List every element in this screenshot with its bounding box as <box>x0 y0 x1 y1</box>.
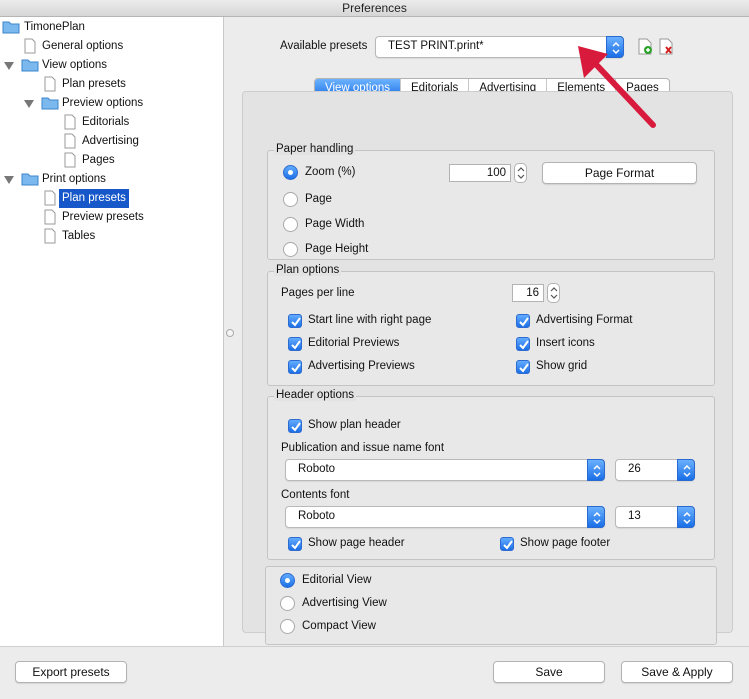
pub-font-value: Roboto <box>298 463 336 475</box>
window-title: Preferences <box>0 0 749 17</box>
folder-icon <box>2 19 20 41</box>
folder-icon <box>21 57 39 79</box>
tree-item-label: Preview presets <box>62 211 144 223</box>
folder-icon <box>21 171 39 193</box>
contents-font-label: Contents font <box>281 489 350 501</box>
view-options-panel: Paper handling Zoom (%) 100 Page Format … <box>242 91 733 645</box>
settings-pane: Available presets TEST PRINT.print* View… <box>228 17 749 646</box>
folder-icon <box>41 95 59 117</box>
view-mode-group: Editorial View Advertising View Compact … <box>265 566 717 645</box>
presets-value: TEST PRINT.print* <box>388 40 484 52</box>
contents-font-value: Roboto <box>298 510 336 522</box>
tree-item-label: Editorials <box>82 116 130 128</box>
tree-item-label: TimonePlan <box>24 21 85 33</box>
zoom-label: Zoom (%) <box>305 166 356 178</box>
page-width-label: Page Width <box>305 218 365 230</box>
tree-item-label: Pages <box>82 154 115 166</box>
editorial-previews-checkbox[interactable] <box>288 337 302 351</box>
advertising-previews-checkbox[interactable] <box>288 360 302 374</box>
plan-options-group: Plan options Pages per line 16 Start lin… <box>267 264 715 386</box>
contents-size-value: 13 <box>628 510 641 522</box>
paper-handling-group: Paper handling Zoom (%) 100 Page Format … <box>267 143 715 260</box>
tree-item-label: General options <box>42 40 124 52</box>
dropdown-arrows-icon <box>587 459 605 481</box>
show-grid-label: Show grid <box>536 360 588 372</box>
tree-item-label: Preview options <box>62 97 144 109</box>
insert-icons-checkbox[interactable] <box>516 337 530 351</box>
show-page-header-checkbox[interactable] <box>288 537 302 551</box>
pub-size-value: 26 <box>628 463 641 475</box>
save-button[interactable]: Save <box>493 661 605 683</box>
show-grid-checkbox[interactable] <box>516 360 530 374</box>
compact-view-label: Compact View <box>302 620 376 632</box>
page-width-radio[interactable] <box>283 217 298 232</box>
tree-item-label: Plan presets <box>62 78 126 90</box>
editorial-previews-label: Editorial Previews <box>308 337 400 349</box>
advertising-view-label: Advertising View <box>302 597 387 609</box>
save-apply-button[interactable]: Save & Apply <box>621 661 733 683</box>
show-page-header-label: Show page header <box>308 537 405 549</box>
presets-label: Available presets <box>280 40 368 52</box>
zoom-input[interactable]: 100 <box>449 164 511 182</box>
advertising-format-label: Advertising Format <box>536 314 633 326</box>
tree-item-label: Print options <box>42 173 106 185</box>
delete-preset-icon[interactable] <box>659 38 673 58</box>
pages-per-line-label: Pages per line <box>281 287 355 299</box>
pages-per-line-input[interactable]: 16 <box>512 284 544 302</box>
page-height-label: Page Height <box>305 243 369 255</box>
dropdown-arrows-icon <box>677 459 695 481</box>
page-radio[interactable] <box>283 192 298 207</box>
pub-size-dropdown[interactable]: 26 <box>615 459 695 481</box>
disclosure-triangle-icon[interactable] <box>24 100 34 108</box>
advertising-view-radio[interactable] <box>280 596 295 611</box>
header-options-group: Header options Show plan header Publicat… <box>267 389 715 560</box>
tree-item-label: View options <box>42 59 107 71</box>
start-line-checkbox[interactable] <box>288 314 302 328</box>
group-title: Paper handling <box>274 143 356 155</box>
bottom-bar: Export presets Save Save & Apply <box>0 646 749 699</box>
page-format-button[interactable]: Page Format <box>542 162 697 184</box>
export-presets-button[interactable]: Export presets <box>15 661 127 683</box>
tree-item-label: Plan presets <box>59 189 129 208</box>
group-title: Header options <box>274 389 356 401</box>
page-label: Page <box>305 193 332 205</box>
group-title: Plan options <box>274 264 342 276</box>
show-plan-header-checkbox[interactable] <box>288 419 302 433</box>
advertising-format-checkbox[interactable] <box>516 314 530 328</box>
disclosure-triangle-icon[interactable] <box>4 176 14 184</box>
show-page-footer-checkbox[interactable] <box>500 537 514 551</box>
pub-font-dropdown[interactable]: Roboto <box>285 459 605 481</box>
document-icon <box>44 228 56 251</box>
compact-view-radio[interactable] <box>280 619 295 634</box>
dropdown-arrows-icon <box>677 506 695 528</box>
contents-font-dropdown[interactable]: Roboto <box>285 506 605 528</box>
zoom-radio[interactable] <box>283 165 298 180</box>
options-tree[interactable]: TimonePlan General options View options … <box>0 17 224 646</box>
show-plan-header-label: Show plan header <box>308 419 401 431</box>
start-line-label: Start line with right page <box>308 314 432 326</box>
pages-per-line-stepper[interactable] <box>547 283 560 303</box>
tree-item-label: Advertising <box>82 135 139 147</box>
dropdown-arrows-icon <box>587 506 605 528</box>
insert-icons-label: Insert icons <box>536 337 595 349</box>
advertising-previews-label: Advertising Previews <box>308 360 415 372</box>
editorial-view-label: Editorial View <box>302 574 372 586</box>
editorial-view-radio[interactable] <box>280 573 295 588</box>
annotation-arrow-icon <box>578 46 656 128</box>
pub-font-label: Publication and issue name font <box>281 442 445 454</box>
show-page-footer-label: Show page footer <box>520 537 611 549</box>
zoom-stepper[interactable] <box>514 163 527 183</box>
disclosure-triangle-icon[interactable] <box>4 62 14 70</box>
tree-item-label: Tables <box>62 230 96 242</box>
contents-size-dropdown[interactable]: 13 <box>615 506 695 528</box>
page-height-radio[interactable] <box>283 242 298 257</box>
